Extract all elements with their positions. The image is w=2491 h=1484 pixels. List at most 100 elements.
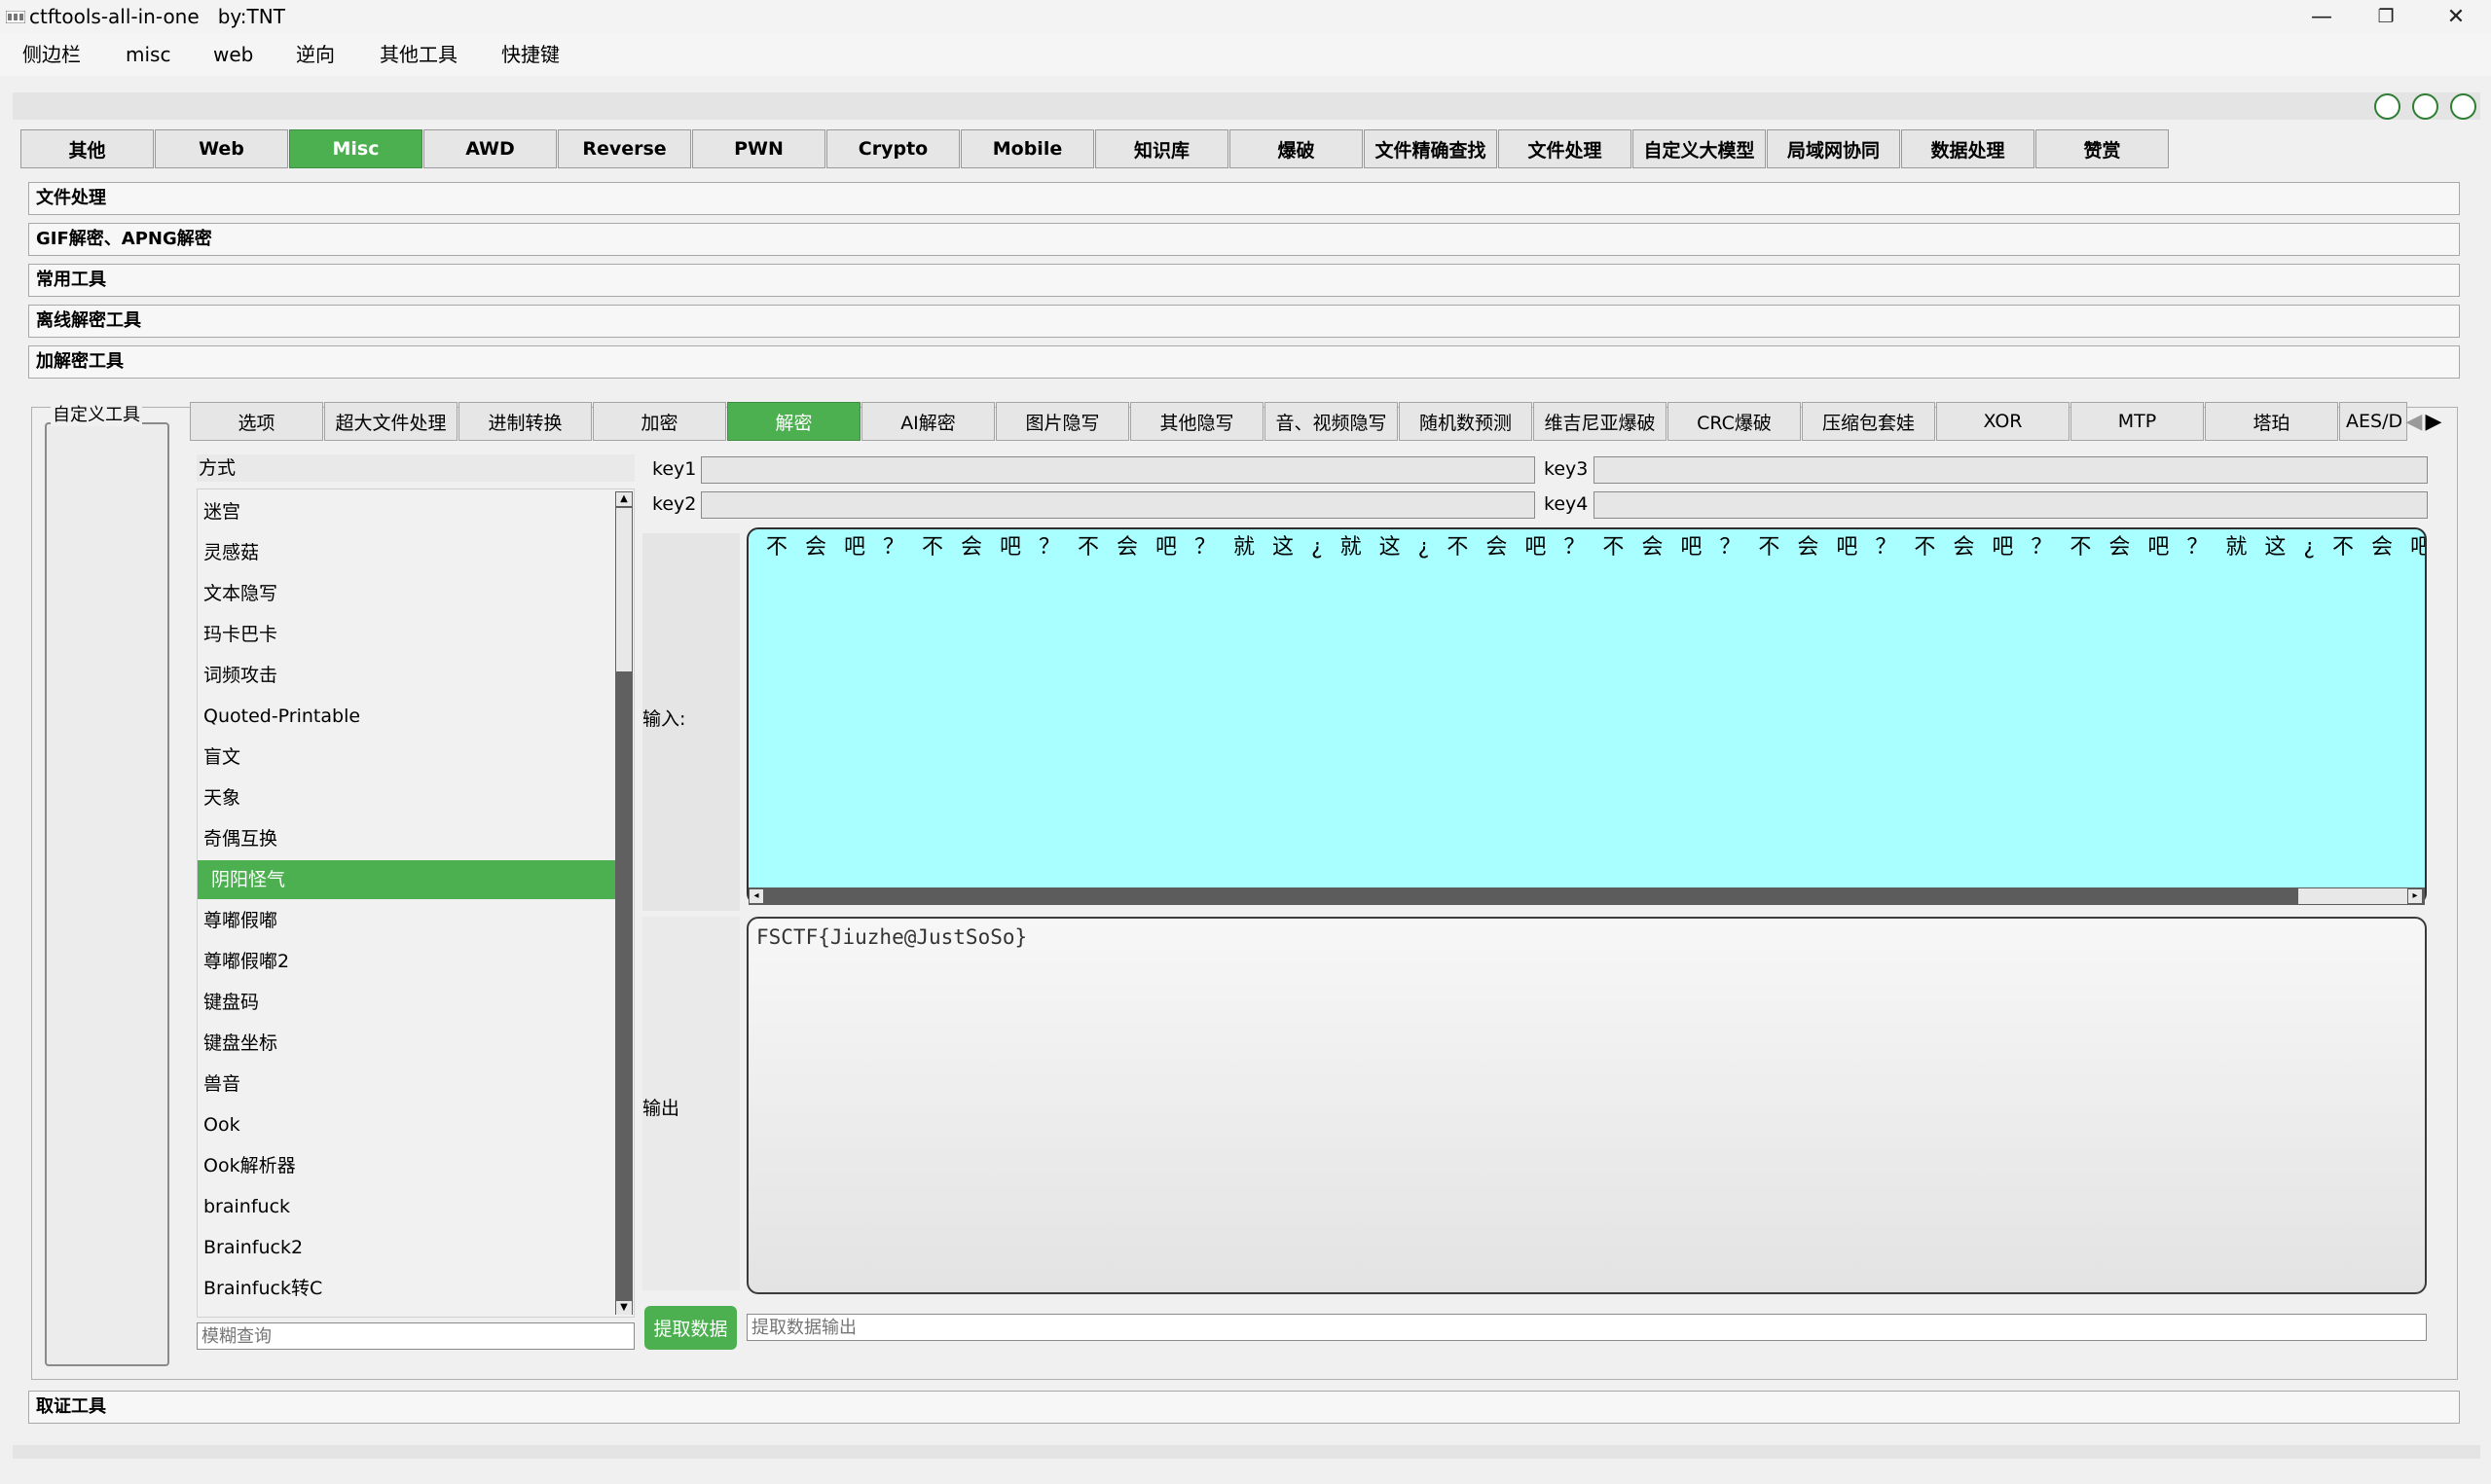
subtab-base-convert[interactable]: 进制转换 [458, 402, 592, 441]
input-scroll-thumb[interactable] [2298, 888, 2407, 904]
list-item[interactable]: brainfuck [198, 1187, 617, 1226]
section-encrypt-decrypt[interactable]: 加解密工具 [28, 345, 2460, 379]
status-strip [13, 1445, 2480, 1459]
subtab-encrypt[interactable]: 加密 [593, 402, 726, 441]
subtab-xor[interactable]: XOR [1936, 402, 2070, 441]
list-item[interactable]: 迷宫 [198, 492, 617, 531]
key3-input[interactable] [1594, 456, 2428, 484]
filter-search-input[interactable] [197, 1322, 635, 1350]
tab-other[interactable]: 其他 [20, 129, 154, 168]
extract-output-field[interactable] [747, 1314, 2427, 1341]
subtab-decrypt[interactable]: 解密 [727, 402, 861, 441]
window-title: ctftools-all-in-one by:TNT [29, 5, 285, 28]
method-list-scroll-thumb[interactable] [616, 508, 632, 671]
menu-reverse[interactable]: 逆向 [296, 42, 335, 67]
tab-reverse[interactable]: Reverse [558, 129, 691, 168]
scroll-up-icon[interactable]: ▲ [616, 492, 632, 506]
tab-data-processing[interactable]: 数据处理 [1901, 129, 2034, 168]
key1-input[interactable] [701, 456, 1535, 484]
list-item[interactable]: 键盘坐标 [198, 1024, 617, 1063]
tab-file-search[interactable]: 文件精确查找 [1364, 129, 1497, 168]
tab-lan-collab[interactable]: 局域网协同 [1767, 129, 1900, 168]
circle-icon-2[interactable] [2412, 93, 2438, 120]
list-item[interactable]: 键盘码 [198, 983, 617, 1022]
key4-label: key4 [1544, 493, 1589, 515]
tab-scroll-right-icon[interactable]: ▶ [2424, 406, 2443, 437]
scroll-left-icon[interactable]: ◂ [750, 889, 763, 903]
subtab-mtp[interactable]: MTP [2070, 402, 2204, 441]
subtab-aes[interactable]: AES/D [2339, 402, 2407, 441]
scroll-right-icon[interactable]: ▸ [2408, 889, 2422, 903]
list-item[interactable]: Brainfuck转C [198, 1269, 617, 1308]
tab-file-processing[interactable]: 文件处理 [1498, 129, 1631, 168]
key2-input[interactable] [701, 491, 1535, 519]
toolbar-strip [13, 92, 2480, 120]
subtab-av-stego[interactable]: 音、视频隐写 [1264, 402, 1398, 441]
tab-bruteforce[interactable]: 爆破 [1229, 129, 1363, 168]
list-item[interactable]: 灵感菇 [198, 533, 617, 572]
list-item[interactable]: 天象 [198, 778, 617, 817]
tab-web[interactable]: Web [155, 129, 288, 168]
subtab-other-stego[interactable]: 其他隐写 [1130, 402, 1264, 441]
custom-tool-panel [45, 422, 169, 1366]
input-horizontal-scrollbar[interactable] [749, 887, 2425, 905]
list-item[interactable]: 尊嘟假嘟 [198, 901, 617, 940]
menu-shortcuts[interactable]: 快捷键 [501, 42, 560, 67]
list-item[interactable]: 尊嘟假嘟2 [198, 942, 617, 981]
tab-awd[interactable]: AWD [423, 129, 557, 168]
subtab-large-file[interactable]: 超大文件处理 [324, 402, 458, 441]
method-list[interactable]: 迷宫 灵感菇 文本隐写 玛卡巴卡 词频攻击 Quoted-Printable 盲… [197, 489, 635, 1318]
circle-icon-3[interactable] [2450, 93, 2476, 120]
list-item-selected[interactable]: 阴阳怪气 [198, 860, 617, 899]
subtab-options[interactable]: 选项 [190, 402, 323, 441]
extract-data-button[interactable]: 提取数据 [644, 1306, 737, 1350]
app-icon [6, 11, 25, 23]
section-forensics-tools[interactable]: 取证工具 [28, 1391, 2460, 1424]
list-item[interactable]: Brainfuck2 [198, 1228, 617, 1267]
key4-input[interactable] [1594, 491, 2428, 519]
subtab-random-predict[interactable]: 随机数预测 [1399, 402, 1532, 441]
close-button[interactable]: ✕ [2424, 0, 2488, 33]
restore-button[interactable]: ❐ [2354, 0, 2418, 33]
minimize-button[interactable]: — [2290, 0, 2354, 33]
list-item[interactable]: 词频攻击 [198, 656, 617, 695]
tab-crypto[interactable]: Crypto [826, 129, 960, 168]
list-item[interactable]: 文本隐写 [198, 574, 617, 613]
tab-scroll-left-icon[interactable]: ◀ [2404, 406, 2424, 437]
list-item[interactable]: Quoted-Printable [198, 697, 617, 736]
tab-custom-llm[interactable]: 自定义大模型 [1632, 129, 1766, 168]
tab-pwn[interactable]: PWN [692, 129, 825, 168]
section-offline-decrypt[interactable]: 离线解密工具 [28, 305, 2460, 338]
output-textarea[interactable]: FSCTF{Jiuzhe@JustSoSo} [747, 917, 2427, 1294]
subtab-ai-decrypt[interactable]: AI解密 [861, 402, 995, 441]
custom-tool-label: 自定义工具 [51, 401, 142, 426]
subtab-crc[interactable]: CRC爆破 [1667, 402, 1801, 441]
list-item[interactable]: 玛卡巴卡 [198, 615, 617, 654]
tab-donate[interactable]: 赞赏 [2035, 129, 2169, 168]
section-gif-apng[interactable]: GIF解密、APNG解密 [28, 223, 2460, 256]
list-item[interactable]: 盲文 [198, 738, 617, 777]
tab-misc[interactable]: Misc [289, 129, 422, 168]
menu-web[interactable]: web [213, 42, 253, 67]
subtab-vigenere[interactable]: 维吉尼亚爆破 [1533, 402, 1667, 441]
menu-misc[interactable]: misc [126, 42, 170, 67]
list-item[interactable]: Ook [198, 1105, 617, 1144]
subtab-nested-zip[interactable]: 压缩包套娃 [1802, 402, 1935, 441]
tab-mobile[interactable]: Mobile [961, 129, 1094, 168]
method-header: 方式 [197, 454, 635, 482]
list-item[interactable]: Ook解析器 [198, 1146, 617, 1185]
list-item[interactable]: 奇偶互换 [198, 819, 617, 858]
input-text: 不会吧？不会吧？不会吧？就这¿就这¿不会吧？不会吧？不会吧？不会吧？不会吧？就这… [766, 535, 2427, 560]
list-item[interactable]: 兽音 [198, 1065, 617, 1104]
menu-sidebar[interactable]: 侧边栏 [22, 42, 81, 67]
scroll-down-icon[interactable]: ▼ [616, 1301, 632, 1315]
menu-other-tools[interactable]: 其他工具 [380, 42, 458, 67]
tab-knowledge[interactable]: 知识库 [1095, 129, 1228, 168]
section-common-tools[interactable]: 常用工具 [28, 264, 2460, 297]
subtab-image-stego[interactable]: 图片隐写 [996, 402, 1129, 441]
circle-icon-1[interactable] [2374, 93, 2400, 120]
section-file-processing[interactable]: 文件处理 [28, 182, 2460, 215]
subtab-tupper[interactable]: 塔珀 [2205, 402, 2338, 441]
input-textarea[interactable]: 不会吧？不会吧？不会吧？就这¿就这¿不会吧？不会吧？不会吧？不会吧？不会吧？就这… [747, 527, 2427, 905]
title-bar [0, 0, 2491, 33]
